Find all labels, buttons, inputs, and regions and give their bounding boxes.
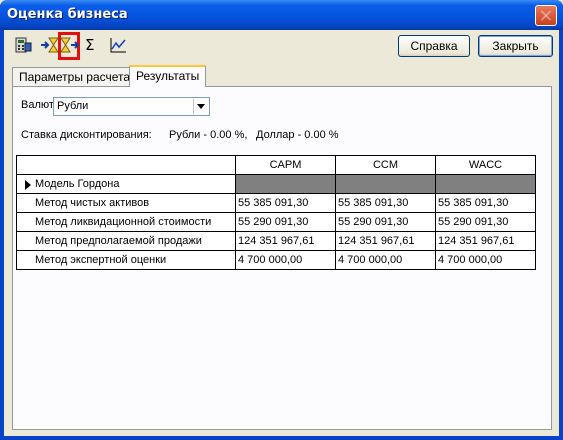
grid-cell-selected[interactable]	[335, 174, 436, 194]
column-header-ccm[interactable]: CCM	[335, 155, 436, 175]
calculator-icon[interactable]	[13, 35, 33, 55]
close-button[interactable]: Закрыть	[478, 35, 553, 57]
grid-cell[interactable]: 55 290 091,30	[235, 212, 336, 232]
column-header-capm[interactable]: CAPM	[235, 155, 336, 175]
results-grid: CAPM CCM WACC Модель Гордона Метод чисты…	[16, 155, 536, 270]
tab-parameters[interactable]: Параметры расчета	[12, 67, 138, 87]
row-label: Метод ликвидационной стоимости	[35, 216, 212, 228]
window-title: Оценка бизнеса	[7, 7, 128, 22]
chart-icon[interactable]	[108, 35, 128, 55]
grid-cell[interactable]: 55 385 091,30	[435, 193, 536, 213]
grid-cell[interactable]: 55 385 091,30	[235, 193, 336, 213]
help-button[interactable]: Справка	[398, 35, 470, 57]
hourglass-out-icon[interactable]	[59, 35, 80, 55]
grid-cell[interactable]: 124 351 967,61	[335, 231, 436, 251]
hourglass-in-icon[interactable]	[40, 35, 60, 55]
grid-cell[interactable]: 55 385 091,30	[335, 193, 436, 213]
grid-corner	[16, 155, 236, 175]
grid-cell[interactable]: 55 290 091,30	[435, 212, 536, 232]
currency-value: Рубли	[57, 100, 89, 112]
row-header[interactable]: Метод экспертной оценки	[16, 250, 236, 270]
title-bar[interactable]: Оценка бизнеса	[0, 0, 563, 30]
results-panel: Валюта: Рубли Ставка дисконтирования: Ру…	[12, 86, 552, 430]
column-header-wacc[interactable]: WACC	[435, 155, 536, 175]
grid-cell[interactable]: 4 700 000,00	[235, 250, 336, 270]
current-row-indicator-icon	[25, 180, 31, 190]
grid-cell[interactable]: 124 351 967,61	[235, 231, 336, 251]
row-label: Модель Гордона	[35, 178, 120, 190]
table-row[interactable]: Метод чистых активов 55 385 091,30 55 38…	[16, 193, 536, 213]
grid-header-row: CAPM CCM WACC	[16, 155, 536, 175]
grid-cell[interactable]: 124 351 967,61	[435, 231, 536, 251]
table-row[interactable]: Метод предполагаемой продажи 124 351 967…	[16, 231, 536, 251]
table-row[interactable]: Метод ликвидационной стоимости 55 290 09…	[16, 212, 536, 232]
svg-text:Σ: Σ	[85, 36, 94, 54]
app-window: Оценка бизнеса Σ Справка Закрыть Парамет…	[0, 0, 563, 440]
row-label: Метод чистых активов	[35, 197, 150, 209]
client-area: Σ Справка Закрыть Параметры расчета Резу…	[4, 30, 559, 436]
discount-rate-label: Ставка дисконтирования:	[21, 129, 152, 141]
currency-select[interactable]: Рубли	[53, 97, 210, 116]
grid-cell[interactable]: 4 700 000,00	[335, 250, 436, 270]
discount-rate-usd: Доллар - 0.00 %	[256, 129, 339, 141]
row-label: Метод экспертной оценки	[35, 254, 167, 266]
grid-cell-selected[interactable]	[435, 174, 536, 194]
grid-cell-selected[interactable]	[235, 174, 336, 194]
close-window-icon[interactable]	[535, 5, 557, 26]
table-row[interactable]: Модель Гордона	[16, 174, 536, 194]
row-label: Метод предполагаемой продажи	[35, 235, 202, 247]
row-header[interactable]: Модель Гордона	[16, 174, 236, 194]
grid-cell[interactable]: 4 700 000,00	[435, 250, 536, 270]
sigma-icon[interactable]: Σ	[82, 35, 102, 55]
row-header[interactable]: Метод ликвидационной стоимости	[16, 212, 236, 232]
row-header[interactable]: Метод чистых активов	[16, 193, 236, 213]
table-row[interactable]: Метод экспертной оценки 4 700 000,00 4 7…	[16, 250, 536, 270]
grid-cell[interactable]: 55 290 091,30	[335, 212, 436, 232]
tab-results[interactable]: Результаты	[129, 65, 207, 87]
discount-rate-rub: Рубли - 0.00 %,	[169, 129, 248, 141]
chevron-down-icon[interactable]	[193, 99, 208, 114]
row-header[interactable]: Метод предполагаемой продажи	[16, 231, 236, 251]
